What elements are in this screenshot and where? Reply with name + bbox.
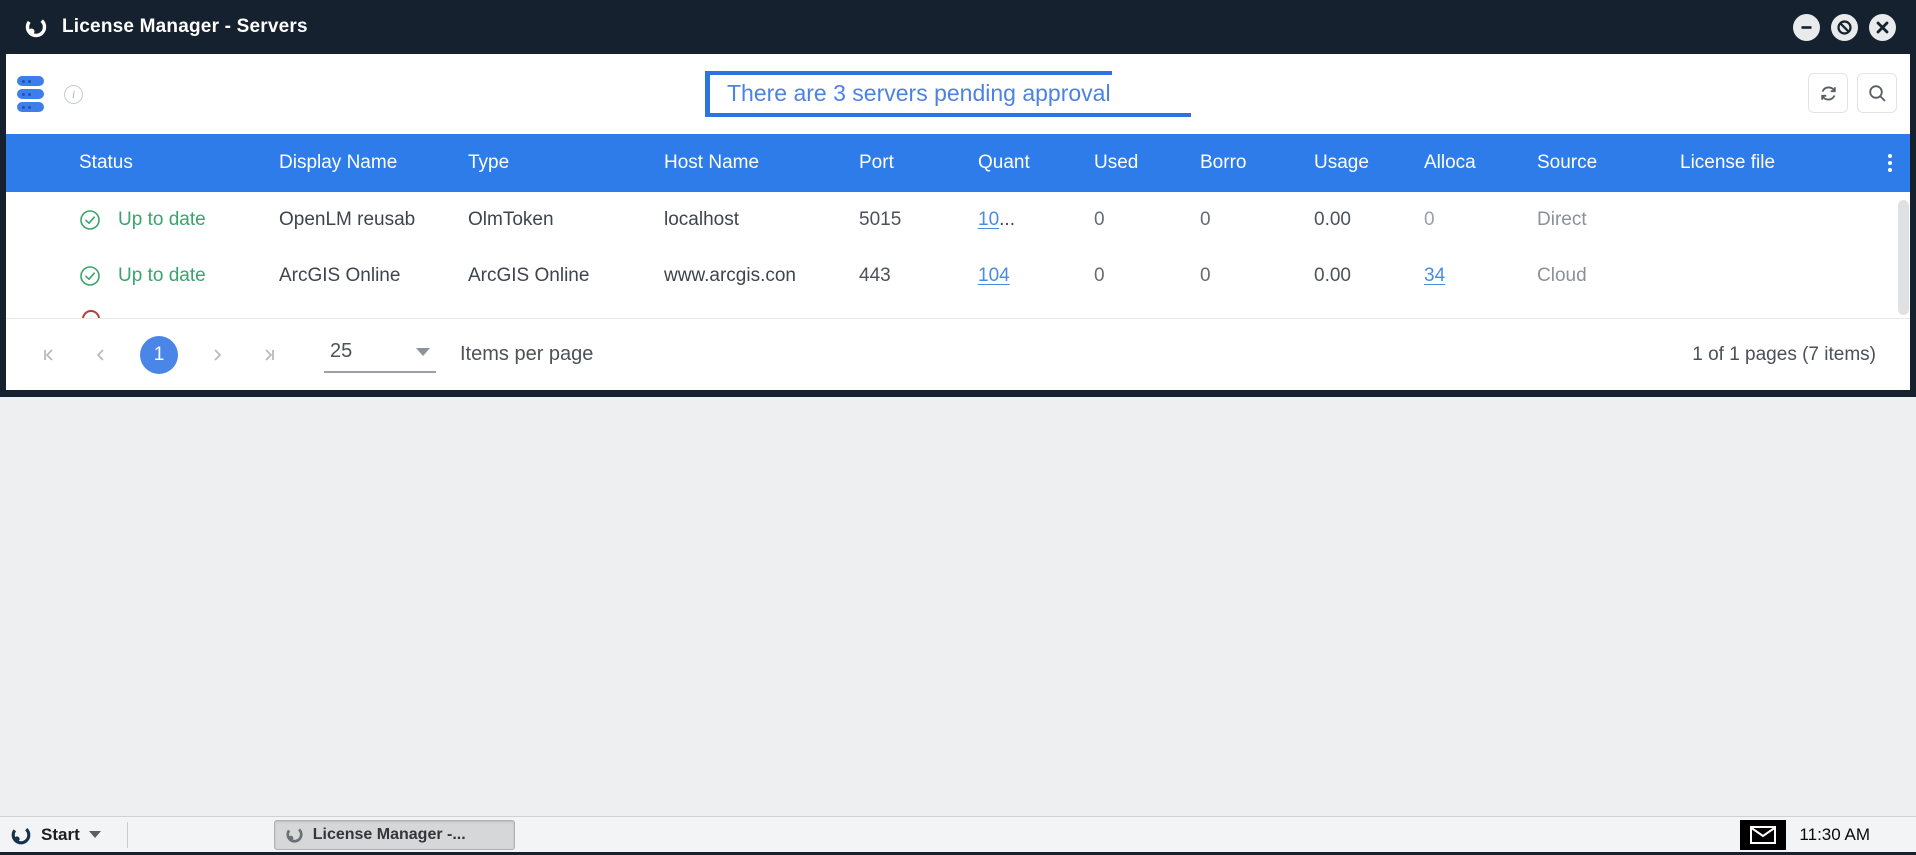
start-button[interactable]: Start xyxy=(0,817,113,852)
source-cell: Cloud xyxy=(1537,265,1680,287)
allocated-link[interactable]: 34 xyxy=(1424,265,1445,286)
prev-page-icon xyxy=(92,346,110,364)
column-header-port[interactable]: Port xyxy=(859,152,978,174)
column-header-status[interactable]: Status xyxy=(6,152,279,174)
host-name-cell: www.arcgis.con xyxy=(664,265,859,287)
maximize-button[interactable] xyxy=(1831,14,1858,41)
pending-approval-banner[interactable]: There are 3 servers pending approval xyxy=(705,71,1191,117)
close-button[interactable] xyxy=(1869,14,1896,41)
check-circle-icon xyxy=(79,209,101,231)
system-tray: 11:30 AM xyxy=(1740,820,1916,850)
taskbar-clock: 11:30 AM xyxy=(1799,825,1870,845)
status-text: Up to date xyxy=(118,209,206,231)
allocated-cell: 0 xyxy=(1424,209,1537,231)
refresh-button[interactable] xyxy=(1808,73,1848,113)
type-cell: OlmToken xyxy=(468,209,664,231)
quantity-link[interactable]: 10 xyxy=(978,209,999,230)
start-caret-icon xyxy=(89,831,101,838)
table-row[interactable]: Up to date OpenLM reusab OlmToken localh… xyxy=(6,192,1910,248)
taskbar-divider xyxy=(127,822,128,848)
pagination-bar: 1 25 Items per page 1 of 1 pages (7 item… xyxy=(6,318,1910,390)
first-page-button[interactable] xyxy=(36,342,62,368)
column-header-borrowed[interactable]: Borro xyxy=(1200,152,1314,174)
column-header-usage[interactable]: Usage xyxy=(1314,152,1424,174)
table-row[interactable]: Up to date ArcGIS Online ArcGIS Online w… xyxy=(6,248,1910,304)
source-cell: Direct xyxy=(1537,209,1680,231)
status-text: Up to date xyxy=(118,265,206,287)
column-header-host-name[interactable]: Host Name xyxy=(664,152,859,174)
close-icon xyxy=(1876,21,1889,34)
display-name-cell: ArcGIS Online xyxy=(279,265,468,287)
next-page-button[interactable] xyxy=(204,342,230,368)
error-circle-icon xyxy=(82,310,100,318)
window-controls xyxy=(1793,14,1898,41)
items-per-page-label: Items per page xyxy=(460,343,593,366)
kebab-menu-icon[interactable] xyxy=(1888,154,1892,172)
port-cell: 443 xyxy=(859,265,978,287)
last-page-button[interactable] xyxy=(256,342,282,368)
host-name-cell: localhost xyxy=(664,209,859,231)
minimize-button[interactable] xyxy=(1793,14,1820,41)
column-header-source[interactable]: Source xyxy=(1537,152,1680,174)
column-header-allocated[interactable]: Alloca xyxy=(1424,152,1537,174)
table-row-clipped[interactable] xyxy=(6,304,1910,318)
banner-text: There are 3 servers pending approval xyxy=(727,71,1111,115)
borrowed-cell: 0 xyxy=(1200,265,1314,287)
window-content: License Manager - Servers i xyxy=(6,0,1910,390)
quantity-ellipsis: ... xyxy=(999,209,1015,230)
display-name-cell: OpenLM reusab xyxy=(279,209,468,231)
port-cell: 5015 xyxy=(859,209,978,231)
mail-icon xyxy=(1750,826,1776,844)
info-icon[interactable]: i xyxy=(64,85,83,104)
next-page-icon xyxy=(208,346,226,364)
refresh-icon xyxy=(1818,83,1839,104)
check-circle-icon xyxy=(79,265,101,287)
column-header-quantity[interactable]: Quant xyxy=(978,152,1094,174)
current-page-button[interactable]: 1 xyxy=(140,336,178,374)
servers-stack-icon[interactable] xyxy=(17,76,44,112)
last-page-icon xyxy=(260,346,278,364)
banner-left-border xyxy=(705,71,710,117)
column-header-display-name[interactable]: Display Name xyxy=(279,152,468,174)
title-bar: License Manager - Servers xyxy=(6,0,1910,54)
quantity-link[interactable]: 104 xyxy=(978,265,1010,286)
usage-cell: 0.00 xyxy=(1314,209,1424,231)
column-header-type[interactable]: Type xyxy=(468,152,664,174)
maximize-icon xyxy=(1836,19,1853,36)
taskbar-item-icon xyxy=(285,825,304,844)
table-header-row: Status Display Name Type Host Name Port … xyxy=(6,134,1910,192)
usage-cell: 0.00 xyxy=(1314,265,1424,287)
window-title: License Manager - Servers xyxy=(62,16,308,38)
start-label: Start xyxy=(41,825,80,845)
first-page-icon xyxy=(40,346,58,364)
toolbar: i There are 3 servers pending approval xyxy=(6,54,1910,134)
column-header-license-file[interactable]: License file xyxy=(1680,152,1860,174)
app-window: License Manager - Servers i xyxy=(0,0,1916,397)
taskbar-item-label: License Manager -... xyxy=(313,826,466,844)
used-cell: 0 xyxy=(1094,209,1200,231)
search-button[interactable] xyxy=(1857,73,1897,113)
taskbar-item-license-manager[interactable]: License Manager -... xyxy=(274,820,515,850)
vertical-scrollbar[interactable] xyxy=(1898,200,1909,315)
mail-tray-button[interactable] xyxy=(1740,820,1786,850)
taskbar: Start License Manager -... 11:30 AM xyxy=(0,816,1916,852)
dropdown-caret-icon xyxy=(416,348,430,356)
borrowed-cell: 0 xyxy=(1200,209,1314,231)
column-header-used[interactable]: Used xyxy=(1094,152,1200,174)
minimize-icon xyxy=(1799,20,1814,35)
used-cell: 0 xyxy=(1094,265,1200,287)
search-icon xyxy=(1867,83,1888,104)
page-size-value: 25 xyxy=(330,340,352,363)
page-size-dropdown[interactable]: 25 xyxy=(324,336,436,373)
start-logo-icon xyxy=(10,824,32,846)
type-cell: ArcGIS Online xyxy=(468,265,664,287)
pagination-summary: 1 of 1 pages (7 items) xyxy=(1692,344,1876,366)
prev-page-button[interactable] xyxy=(88,342,114,368)
openlm-logo-icon xyxy=(24,15,48,39)
